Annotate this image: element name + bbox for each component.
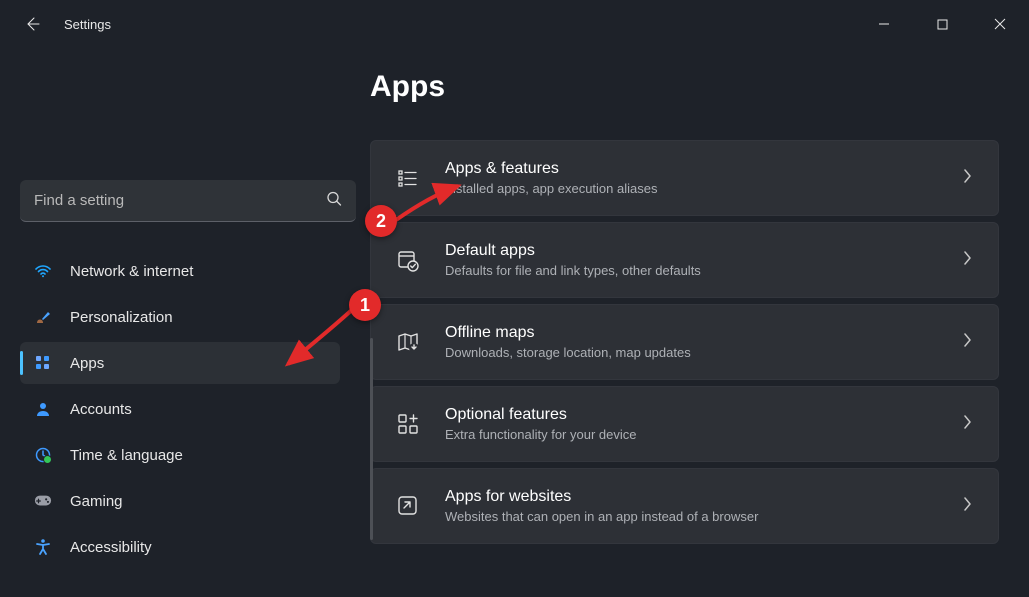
search-icon xyxy=(326,191,342,212)
content-area: Apps Apps & features Installed apps, app… xyxy=(360,48,1029,597)
sidebar-item-label: Network & internet xyxy=(70,263,193,280)
sidebar-item-label: Personalization xyxy=(70,309,173,326)
sidebar-item-label: Accessibility xyxy=(70,539,152,556)
minimize-button[interactable] xyxy=(855,0,913,48)
search-input[interactable] xyxy=(20,180,356,222)
brush-icon xyxy=(34,308,52,326)
open-web-icon xyxy=(393,491,423,521)
optional-features-icon xyxy=(393,409,423,439)
card-subtitle: Downloads, storage location, map updates xyxy=(445,345,962,360)
chevron-right-icon xyxy=(962,169,972,188)
window-title: Settings xyxy=(64,17,111,32)
annotation-marker-1: 1 xyxy=(349,289,381,321)
sidebar-item-label: Time & language xyxy=(70,447,183,464)
card-title: Apps for websites xyxy=(445,488,962,506)
chevron-right-icon xyxy=(962,333,972,352)
annotation-marker-2: 2 xyxy=(365,205,397,237)
card-optional-features[interactable]: Optional features Extra functionality fo… xyxy=(370,386,999,462)
card-apps-for-websites[interactable]: Apps for websites Websites that can open… xyxy=(370,468,999,544)
clock-icon xyxy=(34,446,52,464)
window-controls xyxy=(855,0,1029,48)
page-title: Apps xyxy=(370,70,999,104)
gamepad-icon xyxy=(34,492,52,510)
card-title: Optional features xyxy=(445,406,962,424)
sidebar-item-gaming[interactable]: Gaming xyxy=(20,480,340,522)
search-box[interactable] xyxy=(20,180,356,222)
arrow-left-icon xyxy=(24,16,40,32)
map-icon xyxy=(393,327,423,357)
accessibility-icon xyxy=(34,538,52,556)
chevron-right-icon xyxy=(962,415,972,434)
sidebar-item-label: Accounts xyxy=(70,401,132,418)
wifi-icon xyxy=(34,262,52,280)
sidebar-item-time-language[interactable]: Time & language xyxy=(20,434,340,476)
card-title: Offline maps xyxy=(445,324,962,342)
person-icon xyxy=(34,400,52,418)
sidebar-item-label: Gaming xyxy=(70,493,123,510)
close-button[interactable] xyxy=(971,0,1029,48)
sidebar-item-label: Apps xyxy=(70,355,104,372)
sidebar-nav: Network & internet Personalization Apps … xyxy=(20,250,340,568)
titlebar: Settings xyxy=(0,0,1029,48)
card-subtitle: Installed apps, app execution aliases xyxy=(445,181,962,196)
maximize-button[interactable] xyxy=(913,0,971,48)
chevron-right-icon xyxy=(962,497,972,516)
back-button[interactable] xyxy=(18,10,46,38)
card-title: Default apps xyxy=(445,242,962,260)
card-title: Apps & features xyxy=(445,160,962,178)
sidebar-item-accessibility[interactable]: Accessibility xyxy=(20,526,340,568)
card-subtitle: Defaults for file and link types, other … xyxy=(445,263,962,278)
chevron-right-icon xyxy=(962,251,972,270)
annotation-arrow-2 xyxy=(392,184,466,226)
default-apps-icon xyxy=(393,245,423,275)
card-subtitle: Extra functionality for your device xyxy=(445,427,962,442)
apps-icon xyxy=(34,354,52,372)
card-offline-maps[interactable]: Offline maps Downloads, storage location… xyxy=(370,304,999,380)
page-body: Network & internet Personalization Apps … xyxy=(0,48,1029,597)
sidebar-item-accounts[interactable]: Accounts xyxy=(20,388,340,430)
sidebar-item-network[interactable]: Network & internet xyxy=(20,250,340,292)
card-default-apps[interactable]: Default apps Defaults for file and link … xyxy=(370,222,999,298)
card-subtitle: Websites that can open in an app instead… xyxy=(445,509,962,524)
